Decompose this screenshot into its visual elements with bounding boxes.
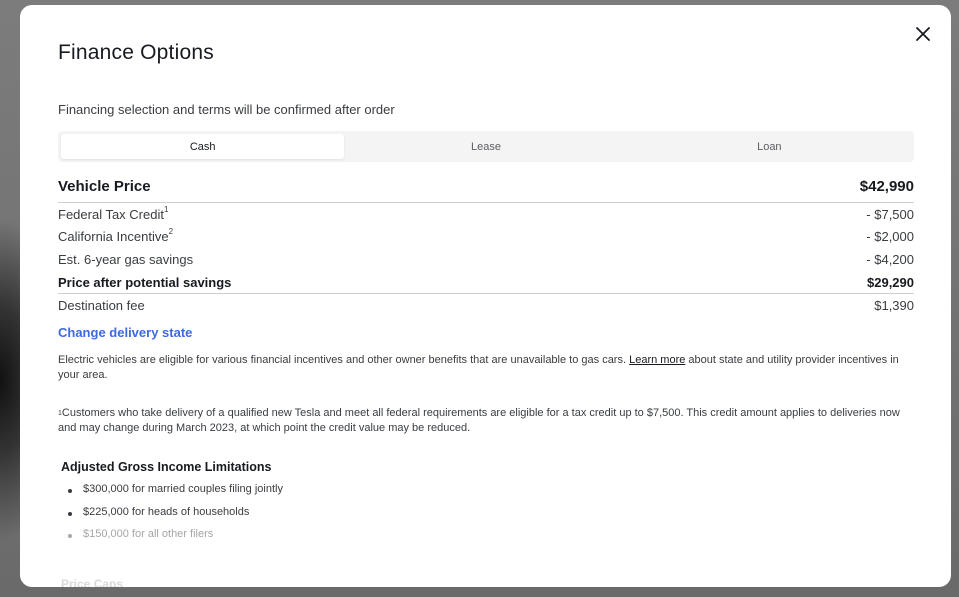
gas-savings-label: Est. 6-year gas savings (58, 252, 194, 267)
tab-cash[interactable]: Cash (61, 134, 345, 159)
modal-subtitle: Financing selection and terms will be co… (58, 102, 395, 117)
finance-options-modal: Finance Options Financing selection and … (20, 5, 951, 587)
close-button[interactable] (912, 23, 934, 45)
gas-savings-row: Est. 6-year gas savings - $4,200 (58, 252, 914, 267)
federal-tax-credit-label: Federal Tax Credit1 (58, 205, 169, 222)
modal-title: Finance Options (58, 41, 214, 64)
federal-tax-credit-value: - $7,500 (866, 207, 914, 222)
agi-list-item: $300,000 for married couples filing join… (68, 483, 283, 495)
california-incentive-value: - $2,000 (866, 229, 914, 244)
close-icon (916, 27, 930, 41)
federal-tax-credit-row: Federal Tax Credit1 - $7,500 (58, 205, 914, 222)
tab-lease[interactable]: Lease (344, 134, 627, 159)
california-incentive-label: California Incentive2 (58, 227, 174, 244)
learn-more-link[interactable]: Learn more (629, 354, 685, 366)
federal-footnote: 1Customers who take delivery of a qualif… (58, 407, 900, 434)
california-incentive-row: California Incentive2 - $2,000 (58, 227, 914, 244)
destination-fee-value: $1,390 (874, 298, 914, 313)
agi-list-item: $225,000 for heads of households (67, 506, 250, 518)
agi-title: Adjusted Gross Income Limitations (61, 460, 272, 474)
price-after-savings-value: $29,290 (867, 275, 914, 290)
destination-fee-row: Destination fee $1,390 (58, 298, 914, 313)
destination-fee-label: Destination fee (58, 298, 145, 313)
divider (58, 202, 914, 203)
incentives-paragraph: Electric vehicles are eligible for vario… (58, 354, 899, 381)
tab-loan[interactable]: Loan (628, 134, 911, 159)
price-after-savings-label: Price after potential savings (58, 275, 232, 290)
price-after-savings-row: Price after potential savings $29,290 (58, 275, 914, 290)
divider (58, 293, 914, 294)
gas-savings-value: - $4,200 (866, 252, 914, 267)
vehicle-price-label: Vehicle Price (58, 178, 151, 195)
vehicle-price-value: $42,990 (859, 178, 914, 195)
vehicle-price-row: Vehicle Price $42,990 (58, 178, 914, 195)
finance-tabs: Cash Lease Loan (58, 131, 914, 162)
agi-list-item: $150,000 for all other filers (67, 528, 214, 540)
change-delivery-state-link[interactable]: Change delivery state (58, 325, 192, 340)
price-caps-heading: Price Caps (61, 577, 124, 587)
